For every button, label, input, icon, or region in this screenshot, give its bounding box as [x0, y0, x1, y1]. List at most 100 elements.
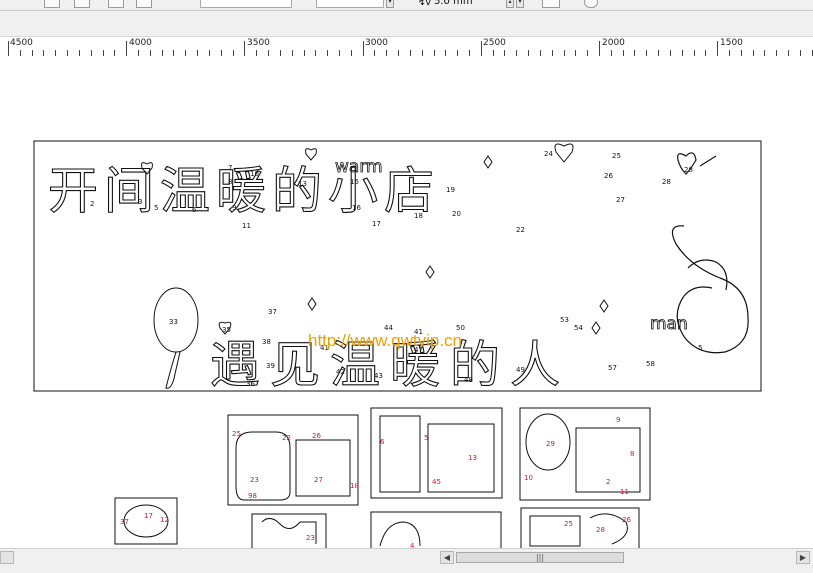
svg-text:27: 27: [616, 196, 625, 204]
warm-text[interactable]: warm: [335, 157, 383, 178]
svg-text:28: 28: [684, 166, 693, 174]
ruler-label-1500: 1500: [720, 38, 743, 48]
svg-text:24: 24: [544, 150, 553, 158]
svg-text:25: 25: [564, 520, 573, 528]
svg-text:10: 10: [250, 170, 259, 178]
horizontal-ruler[interactable]: 4500 4000 3500 3000 2500 2000 1500: [0, 36, 813, 57]
cut-piece-4[interactable]: [251, 513, 327, 548]
sparkle-icon: [483, 155, 493, 169]
property-toolbar: ▾ ↯v 5.0 mm ▴ ▾: [0, 0, 813, 11]
size-spinner-up[interactable]: ▴: [506, 0, 514, 8]
svg-text:17: 17: [144, 512, 153, 520]
position-field[interactable]: [316, 0, 384, 8]
ruler-label-3000: 3000: [365, 38, 388, 48]
svg-text:22: 22: [516, 226, 525, 234]
svg-text:13: 13: [468, 454, 477, 462]
ruler-label-4000: 4000: [129, 38, 152, 48]
outline-width-select[interactable]: [200, 0, 292, 8]
svg-text:53: 53: [560, 316, 569, 324]
svg-text:5: 5: [698, 344, 702, 352]
piece-contents: [123, 413, 641, 547]
svg-text:58: 58: [646, 360, 655, 368]
heart-icon: [554, 143, 574, 163]
svg-text:54: 54: [574, 324, 583, 332]
size-field[interactable]: 5.0 mm: [430, 0, 504, 8]
drawing-canvas[interactable]: 开间温暖的小店 warm 遇见温暖的人 man 33 25 22 26 23 2…: [0, 56, 813, 548]
svg-text:8: 8: [228, 178, 232, 186]
svg-text:9: 9: [232, 204, 236, 212]
ungroup-button[interactable]: [136, 0, 152, 8]
svg-text:10: 10: [524, 474, 533, 482]
svg-text:17: 17: [372, 220, 381, 228]
horizontal-scrollbar[interactable]: ◀ ||| ▶: [0, 548, 813, 567]
svg-text:23: 23: [250, 476, 259, 484]
svg-text:7: 7: [228, 164, 232, 172]
svg-text:20: 20: [452, 210, 461, 218]
svg-text:13: 13: [298, 180, 307, 188]
page-nav-button[interactable]: [0, 551, 14, 564]
svg-text:23: 23: [306, 534, 315, 542]
size-spinner-down[interactable]: ▾: [516, 0, 524, 8]
toolbar-spacer: [0, 11, 813, 36]
svg-text:26: 26: [622, 516, 631, 524]
svg-text:28: 28: [662, 178, 671, 186]
ruler-label-3500: 3500: [247, 38, 270, 48]
svg-text:38: 38: [262, 338, 271, 346]
sparkle-icon: [307, 297, 317, 311]
convert-to-curves-button[interactable]: [542, 0, 560, 8]
ruler-label-2500: 2500: [483, 38, 506, 48]
status-bar: [0, 566, 813, 573]
svg-text:26: 26: [312, 432, 321, 440]
balloon-icon[interactable]: 33: [153, 287, 199, 389]
svg-text:35: 35: [222, 326, 231, 334]
ruler-ticks: [8, 41, 813, 56]
align-left-button[interactable]: [44, 0, 60, 8]
svg-text:18: 18: [414, 212, 423, 220]
align-center-button[interactable]: [74, 0, 90, 8]
svg-text:28: 28: [596, 526, 605, 534]
svg-text:12: 12: [160, 516, 169, 524]
svg-text:3: 3: [138, 198, 142, 206]
svg-text:43: 43: [374, 372, 383, 380]
artwork-svg: 开间温暖的小店 warm 遇见温暖的人 man 33 25 22 26 23 2…: [33, 140, 762, 548]
svg-text:6: 6: [192, 206, 197, 214]
svg-text:57: 57: [608, 364, 617, 372]
svg-text:5: 5: [424, 434, 428, 442]
cut-piece-5[interactable]: [370, 511, 502, 548]
watermark-url: http://www.qwtvip.cn: [308, 331, 463, 350]
man-text[interactable]: man: [650, 314, 689, 335]
sparkle-icon: [599, 299, 609, 313]
info-icon[interactable]: [584, 0, 598, 8]
scrollbar-thumb[interactable]: |||: [456, 552, 624, 563]
group-button[interactable]: [108, 0, 124, 8]
ruler-label-4500: 4500: [10, 38, 33, 48]
svg-text:25: 25: [232, 430, 241, 438]
svg-text:26: 26: [604, 172, 613, 180]
scroll-left-icon[interactable]: ◀: [440, 551, 454, 564]
svg-text:39: 39: [266, 362, 275, 370]
heart-icon: [305, 148, 317, 161]
svg-text:29: 29: [546, 440, 555, 448]
svg-text:49: 49: [516, 366, 525, 374]
svg-text:2: 2: [606, 478, 610, 486]
balloon-number: 33: [169, 318, 178, 326]
svg-text:2: 2: [90, 200, 94, 208]
svg-text:9: 9: [616, 416, 620, 424]
svg-text:22: 22: [282, 434, 291, 442]
svg-text:37: 37: [120, 518, 129, 526]
svg-text:25: 25: [612, 152, 621, 160]
piece-numbers: 25 22 26 23 2798 186 5 134529 9810 21117 37 1…: [120, 416, 634, 548]
svg-text:11: 11: [620, 488, 629, 496]
svg-text:18: 18: [350, 482, 359, 490]
scroll-right-icon[interactable]: ▶: [796, 551, 810, 564]
sparkle-icon: [591, 321, 601, 335]
svg-text:6: 6: [380, 438, 385, 446]
svg-text:45: 45: [432, 478, 441, 486]
svg-text:36: 36: [246, 380, 255, 388]
svg-text:11: 11: [242, 222, 251, 230]
position-spinner[interactable]: ▾: [386, 0, 394, 8]
svg-text:48: 48: [464, 376, 473, 384]
size-field-prefix: ↯v: [418, 0, 431, 8]
svg-text:98: 98: [248, 492, 257, 500]
svg-text:42: 42: [336, 368, 345, 376]
